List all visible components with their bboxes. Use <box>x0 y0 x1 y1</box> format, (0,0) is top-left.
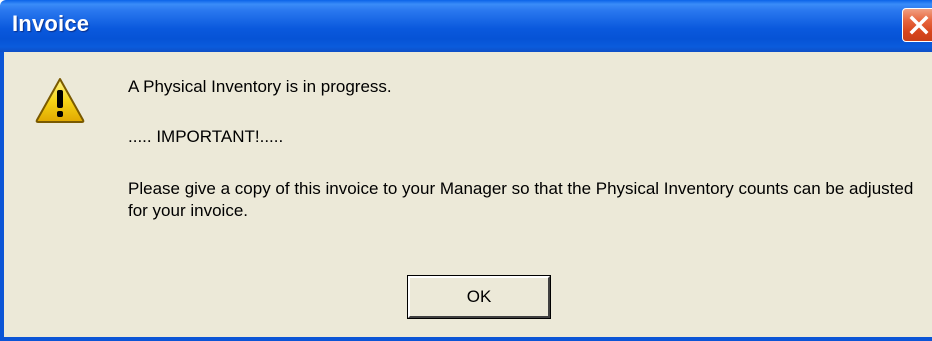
message-line-3: Please give a copy of this invoice to yo… <box>128 179 914 220</box>
close-icon <box>909 15 929 35</box>
close-button[interactable] <box>902 8 932 42</box>
message-line-2: ..... IMPORTANT!..... <box>128 127 284 146</box>
title-bar[interactable]: Invoice <box>0 0 932 52</box>
dialog-body: A Physical Inventory is in progress. ...… <box>0 52 932 341</box>
invoice-dialog: Invoice A Physical Inventory is in progr… <box>0 0 932 341</box>
warning-icon <box>35 78 85 123</box>
window-title: Invoice <box>12 11 90 36</box>
message-line-1: A Physical Inventory is in progress. <box>128 77 392 96</box>
ok-button[interactable]: OK <box>407 275 551 319</box>
